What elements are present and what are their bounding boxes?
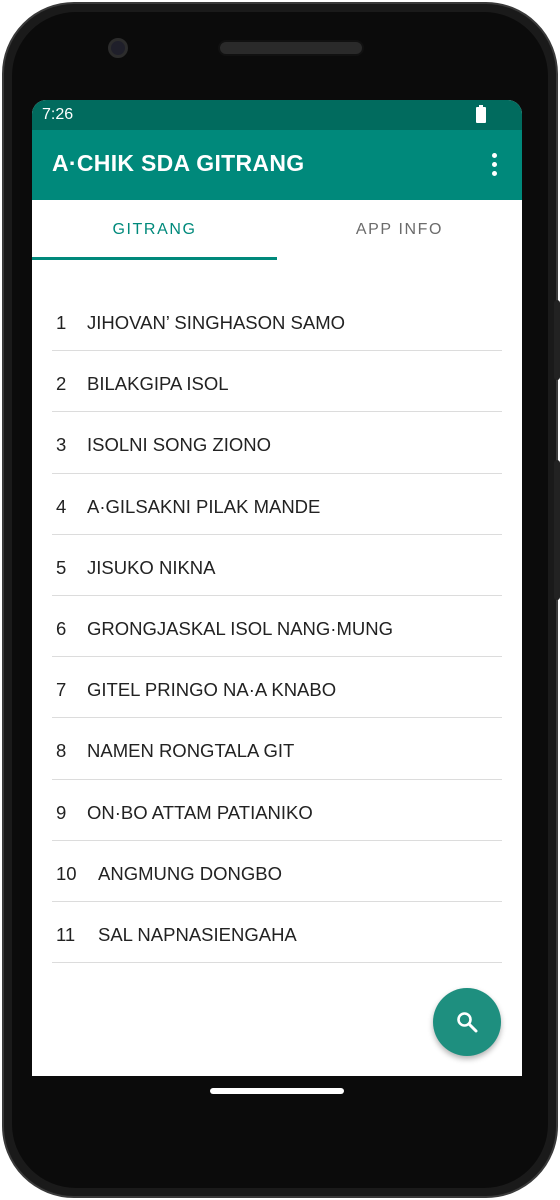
song-number: 9 [56,801,67,823]
tab-label: GITRANG [112,221,197,238]
app-title: A·CHIK SDA GITRANG [52,150,305,176]
song-number: 10 [56,862,77,884]
power-button [554,300,560,380]
song-list: 1 JIHOVAN’ SINGHASON SAMO 2 BILAKGIPA IS… [52,290,502,964]
status-bar: 7:26 [32,100,522,130]
song-title: ON·BO ATTAM PATIANIKO [87,801,313,823]
song-list-item[interactable]: 2 BILAKGIPA ISOL [52,351,502,413]
song-number: 6 [56,617,67,639]
song-list-item[interactable]: 3 ISOLNI SONG ZIONO [52,412,502,474]
camera-icon [108,38,128,58]
song-list-item[interactable]: 5 JISUKO NIKNA [52,535,502,596]
speaker-grille [218,40,364,56]
home-indicator[interactable] [210,1088,344,1094]
song-title: ISOLNI SONG ZIONO [87,434,271,456]
song-list-item[interactable]: 11 SAL NAPNASIENGAHA [52,902,502,964]
song-list-item[interactable]: 10 ANGMUNG DONGBO [52,841,502,902]
overflow-menu-icon[interactable] [484,150,504,180]
song-number: 2 [56,373,67,395]
song-list-item[interactable]: 6 GRONGJASKAL ISOL NANG·MUNG [52,596,502,658]
song-list-item[interactable]: 7 GITEL PRINGO NA·A KNABO [52,657,502,719]
song-number: 5 [56,556,67,578]
song-number: 8 [56,740,67,762]
tab-bar: GITRANG APP INFO [32,200,522,260]
song-number: 3 [56,434,67,456]
song-number: 11 [56,923,76,945]
battery-icon [476,105,486,123]
volume-button [554,460,560,600]
tab-gitrang[interactable]: GITRANG [32,200,277,260]
search-fab-button[interactable] [433,988,501,1056]
app-screen: 7:26 A·CHIK SDA GITRANG GITRANG APP INFO… [32,100,522,1076]
song-title: JIHOVAN’ SINGHASON SAMO [87,312,346,333]
song-title: GITEL PRINGO NA·A KNABO [87,679,337,701]
app-bar: A·CHIK SDA GITRANG [32,130,522,200]
song-number: 4 [56,495,67,517]
search-icon [457,1012,478,1033]
song-title: SAL NAPNASIENGAHA [98,923,297,945]
song-title: JISUKO NIKNA [87,556,216,578]
song-list-item[interactable]: 9 ON·BO ATTAM PATIANIKO [52,780,502,841]
song-title: BILAKGIPA ISOL [87,373,229,395]
song-title: GRONGJASKAL ISOL NANG·MUNG [87,617,393,639]
song-list-item[interactable]: 4 A·GILSAKNI PILAK MANDE [52,474,502,535]
status-time: 7:26 [42,106,74,123]
song-number: 7 [56,679,67,701]
song-list-item[interactable]: 8 NAMEN RONGTALA GIT [52,718,502,780]
tab-label: APP INFO [355,221,444,238]
song-list-item[interactable]: 1 JIHOVAN’ SINGHASON SAMO [52,290,502,352]
tab-indicator [32,257,277,260]
song-title: ANGMUNG DONGBO [98,862,282,884]
song-title: A·GILSAKNI PILAK MANDE [87,495,321,517]
tab-app-info[interactable]: APP INFO [277,200,522,260]
song-title: NAMEN RONGTALA GIT [87,740,295,762]
song-number: 1 [56,312,67,333]
